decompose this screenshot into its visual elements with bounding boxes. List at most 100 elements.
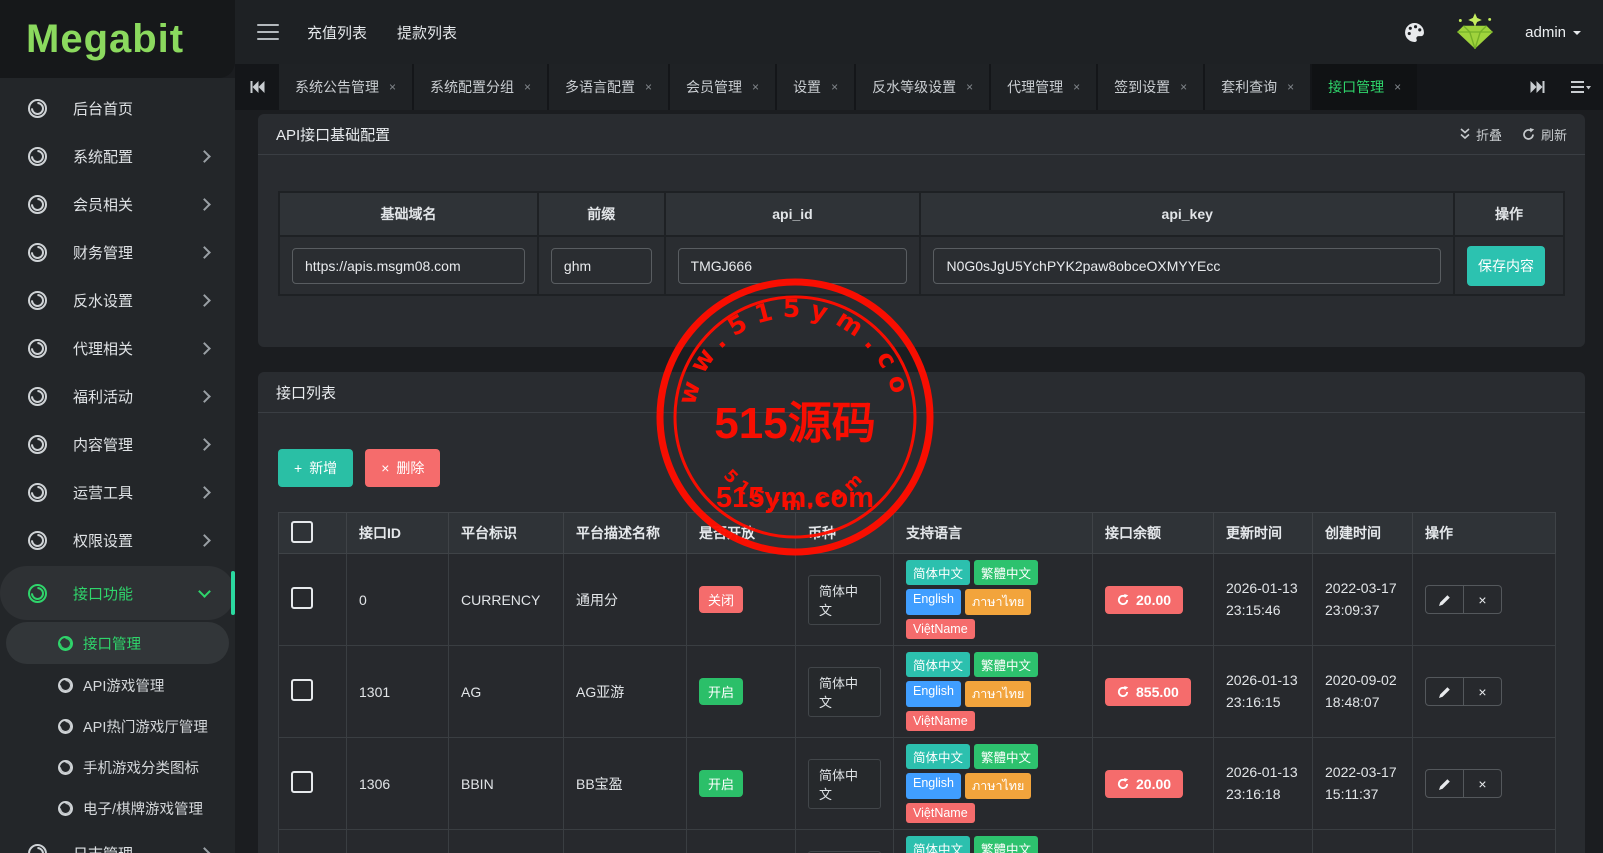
table-header-row: 接口ID 平台标识 平台描述名称 是否开放 币种 支持语言 接口余额 更新时间 …	[279, 513, 1556, 554]
delete-row-button[interactable]: ×	[1463, 770, 1501, 797]
submenu-item-mobile-game-icons[interactable]: 手机游戏分类图标	[0, 747, 235, 788]
submenu-item-interface-management[interactable]: 接口管理	[6, 622, 229, 664]
base-domain-input[interactable]	[292, 248, 525, 284]
logo-box: Megabit	[0, 0, 235, 78]
username: admin	[1525, 24, 1566, 41]
tab-agent-management[interactable]: 代理管理×	[991, 64, 1096, 110]
api-config-panel: API接口基础配置 折叠 刷新 基础域名	[258, 114, 1585, 347]
ring-icon	[28, 584, 47, 603]
ring-icon	[28, 387, 47, 406]
submenu-item-slots-chess-management[interactable]: 电子/棋牌游戏管理	[0, 788, 235, 829]
tab-member-management[interactable]: 会员管理×	[670, 64, 775, 110]
ring-icon	[58, 636, 73, 651]
ring-icon	[28, 243, 47, 262]
palette-icon[interactable]	[1404, 22, 1425, 43]
cell-updated: 2026-01-1323:15:46	[1214, 554, 1313, 646]
cell-name: 通用分	[564, 554, 687, 646]
tab-list-menu-icon[interactable]	[1559, 64, 1603, 110]
edit-button[interactable]	[1426, 770, 1463, 797]
tab-system-config-group[interactable]: 系统配置分组×	[414, 64, 547, 110]
nav-recharge-list[interactable]: 充值列表	[307, 22, 367, 43]
cell-code: AB	[449, 830, 564, 853]
delete-row-button[interactable]: ×	[1463, 586, 1501, 613]
sidebar-item-operation-tools[interactable]: 运营工具	[0, 468, 235, 516]
close-icon[interactable]: ×	[1287, 80, 1294, 94]
col-interface-id: 接口ID	[347, 513, 449, 554]
refresh-button[interactable]: 刷新	[1522, 125, 1567, 144]
chevron-right-icon	[198, 390, 211, 403]
skip-to-last-tab-icon[interactable]	[1515, 64, 1559, 110]
sidebar-item-interface-functions[interactable]: 接口功能	[0, 566, 235, 620]
language-tags: 简体中文繁體中文EnglishภาษาไทยViệtName	[906, 560, 1080, 639]
tab-settings[interactable]: 设置×	[777, 64, 854, 110]
submenu-item-api-game-management[interactable]: API游戏管理	[0, 665, 235, 706]
sidebar-item-system-config[interactable]: 系统配置	[0, 132, 235, 180]
sidebar-item-welfare[interactable]: 福利活动	[0, 372, 235, 420]
close-icon[interactable]: ×	[752, 80, 759, 94]
skip-to-first-tab-icon[interactable]	[235, 64, 279, 110]
row-checkbox[interactable]	[291, 771, 313, 793]
api-key-input[interactable]	[933, 248, 1441, 284]
balance-refresh-button[interactable]: 20.00	[1105, 586, 1183, 614]
ring-icon	[28, 339, 47, 358]
cell-updated: 2026-01-1323:16:18	[1214, 738, 1313, 830]
admin-page: Megabit 充值列表 提款列表 admin 系统公告管理× 系统配置分组×	[0, 0, 1603, 853]
refresh-icon	[1522, 128, 1535, 141]
col-prefix: 前缀	[538, 192, 665, 236]
chevron-right-icon	[198, 342, 211, 355]
tab-signin-settings[interactable]: 签到设置×	[1098, 64, 1203, 110]
collapse-button[interactable]: 折叠	[1460, 125, 1502, 144]
ring-icon	[58, 678, 73, 693]
user-menu[interactable]: admin	[1525, 24, 1581, 41]
prefix-input[interactable]	[551, 248, 652, 284]
edit-button[interactable]	[1426, 678, 1463, 705]
sidebar-item-content[interactable]: 内容管理	[0, 420, 235, 468]
top-nav: 充值列表 提款列表	[307, 22, 457, 43]
nav-withdraw-list[interactable]: 提款列表	[397, 22, 457, 43]
col-api-id: api_id	[665, 192, 921, 236]
close-icon[interactable]: ×	[1180, 80, 1187, 94]
sidebar-item-permissions[interactable]: 权限设置	[0, 516, 235, 564]
edit-button[interactable]	[1426, 586, 1463, 613]
close-icon[interactable]: ×	[831, 80, 838, 94]
api-id-input[interactable]	[678, 248, 908, 284]
tab-arbitrage-query[interactable]: 套利查询×	[1205, 64, 1310, 110]
delete-button[interactable]: ×删除	[365, 449, 440, 487]
sidebar-item-dashboard[interactable]: 后台首页	[0, 84, 235, 132]
col-created: 创建时间	[1313, 513, 1413, 554]
status-badge: 关闭	[699, 586, 743, 613]
sidebar-item-rebate[interactable]: 反水设置	[0, 276, 235, 324]
row-checkbox[interactable]	[291, 587, 313, 609]
tab-interface-management[interactable]: 接口管理×	[1312, 64, 1417, 110]
panel-title: API接口基础配置	[276, 124, 390, 145]
table-row: 1306 BBIN BB宝盈 开启 简体中文 简体中文繁體中文Englishภา…	[279, 738, 1556, 830]
row-checkbox[interactable]	[291, 679, 313, 701]
close-icon[interactable]: ×	[389, 80, 396, 94]
sidebar-item-finance[interactable]: 财务管理	[0, 228, 235, 276]
double-chevron-down-icon	[1460, 128, 1470, 140]
cell-id: 1301	[347, 646, 449, 738]
close-icon[interactable]: ×	[966, 80, 973, 94]
hamburger-menu-icon[interactable]	[257, 24, 279, 40]
sidebar-item-agent[interactable]: 代理相关	[0, 324, 235, 372]
sidebar-item-logs[interactable]: 日志管理	[0, 829, 235, 853]
submenu-item-api-hot-lobby[interactable]: API热门游戏厅管理	[0, 706, 235, 747]
tab-system-announcement[interactable]: 系统公告管理×	[279, 64, 412, 110]
select-all-checkbox[interactable]	[291, 521, 313, 543]
cell-id: 0	[347, 554, 449, 646]
close-icon[interactable]: ×	[645, 80, 652, 94]
balance-refresh-button[interactable]: 20.00	[1105, 770, 1183, 798]
tab-multilanguage[interactable]: 多语言配置×	[549, 64, 668, 110]
sidebar-item-member[interactable]: 会员相关	[0, 180, 235, 228]
chevron-right-icon	[198, 486, 211, 499]
tab-rebate-level[interactable]: 反水等级设置×	[856, 64, 989, 110]
add-button[interactable]: +新增	[278, 449, 353, 487]
gem-avatar-icon[interactable]	[1453, 13, 1497, 51]
close-icon[interactable]: ×	[1073, 80, 1080, 94]
save-button[interactable]: 保存内容	[1467, 246, 1545, 286]
close-icon[interactable]: ×	[1394, 80, 1401, 94]
close-icon[interactable]: ×	[524, 80, 531, 94]
ring-icon	[58, 801, 73, 816]
balance-refresh-button[interactable]: 855.00	[1105, 678, 1191, 706]
delete-row-button[interactable]: ×	[1463, 678, 1501, 705]
